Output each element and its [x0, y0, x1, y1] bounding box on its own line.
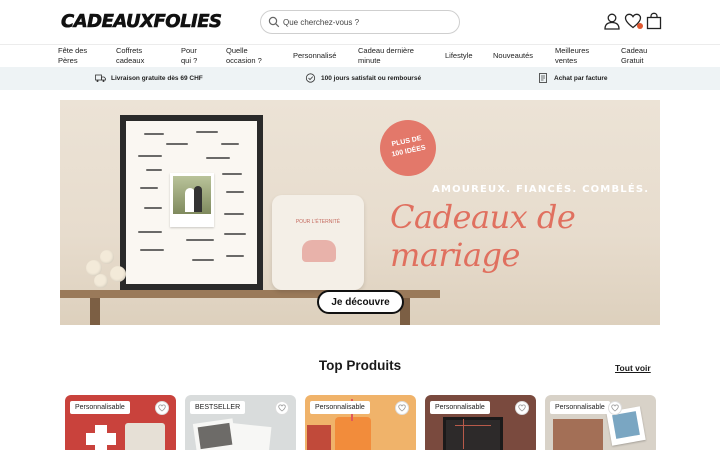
favorite-heart-icon[interactable] [515, 401, 529, 415]
search-icon [268, 16, 280, 28]
discover-button[interactable]: Je découvre [317, 290, 404, 314]
product-card[interactable]: BESTSELLER [185, 395, 296, 450]
search-bar[interactable] [260, 10, 460, 34]
flower-bouquet-image [82, 240, 132, 292]
main-navigation: Fête des Pères Coffrets cadeaux Pour qui ? … [0, 44, 720, 66]
wishlist-count-dot [637, 23, 643, 29]
product-tag: Personnalisable [310, 401, 370, 414]
hero-title: Cadeaux de mariage [390, 198, 576, 274]
nav-item-lifestyle[interactable]: Lifestyle [445, 51, 473, 61]
benefit-invoice: Achat par facture [538, 73, 607, 83]
benefit-free-shipping: Livraison gratuite dès 69 CHF [95, 73, 203, 83]
product-card[interactable]: Personnalisable [425, 395, 536, 450]
wishlist-heart-icon[interactable] [624, 12, 643, 30]
product-tag: Personnalisable [550, 401, 610, 414]
nav-item-cadeau-derniere-minute[interactable]: Cadeau dernière minute [358, 46, 414, 66]
wedding-photo [170, 173, 214, 227]
favorite-heart-icon[interactable] [608, 401, 622, 415]
section-title: Top Produits [318, 358, 402, 373]
nav-item-coffrets-cadeaux[interactable]: Coffrets cadeaux [116, 46, 144, 66]
account-icon[interactable] [603, 12, 621, 30]
product-tag: Personnalisable [430, 401, 490, 414]
signature-frame-image [120, 115, 263, 290]
site-header: CADEAUXFOLIES [0, 0, 720, 44]
nav-item-meilleures-ventes[interactable]: Meilleures ventes [555, 46, 589, 66]
satisfaction-icon [305, 73, 316, 83]
favorite-heart-icon[interactable] [275, 401, 289, 415]
favorite-heart-icon[interactable] [395, 401, 409, 415]
car-illustration [302, 240, 336, 262]
pillow-image: POUR L'ÉTERNITÉ [272, 195, 364, 290]
product-card[interactable]: Personnalisable [545, 395, 656, 450]
product-card[interactable]: Personnalisable [65, 395, 176, 450]
product-tag: BESTSELLER [190, 401, 246, 414]
benefit-satisfaction: 100 jours satisfait ou remboursé [305, 73, 421, 83]
benefits-bar: Livraison gratuite dès 69 CHF 100 jours … [0, 67, 720, 90]
nav-item-fete-des-peres[interactable]: Fête des Pères [58, 46, 87, 66]
see-all-link[interactable]: Tout voir [615, 363, 651, 373]
invoice-icon [539, 73, 547, 83]
hero-banner[interactable]: POUR L'ÉTERNITÉ PLUS DE 100 IDÉES AMOURE… [60, 100, 660, 325]
nav-item-quelle-occasion[interactable]: Quelle occasion ? [226, 46, 262, 66]
nav-item-cadeau-gratuit[interactable]: Cadeau Gratuit [621, 46, 647, 66]
product-tag: Personnalisable [70, 401, 130, 414]
product-card[interactable]: Personnalisable [305, 395, 416, 450]
shopping-bag-icon[interactable] [645, 12, 663, 30]
nav-item-nouveautes[interactable]: Nouveautés [493, 51, 533, 61]
nav-item-personnalise[interactable]: Personnalisé [293, 51, 336, 61]
hero-subtitle: AMOUREUX. FIANCÉS. COMBLÉS. [432, 184, 650, 195]
site-logo[interactable]: CADEAUXFOLIES [61, 11, 223, 33]
ideas-badge: PLUS DE 100 IDÉES [374, 114, 442, 182]
nav-item-pour-qui[interactable]: Pour qui ? [181, 46, 197, 66]
truck-icon [95, 74, 106, 82]
search-input[interactable] [283, 14, 453, 30]
favorite-heart-icon[interactable] [155, 401, 169, 415]
